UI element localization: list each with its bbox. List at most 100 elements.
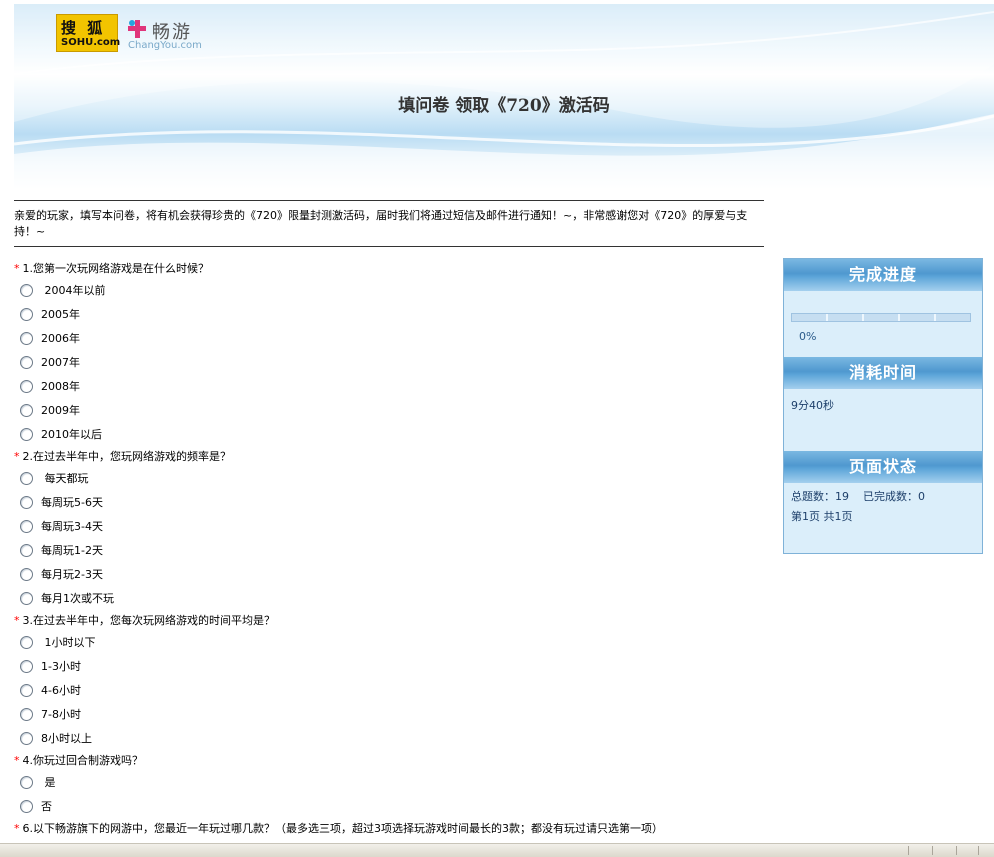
radio-option[interactable]: 每月玩2-3天 — [14, 562, 774, 586]
option-label: 每月玩2-3天 — [41, 568, 103, 581]
radio-button[interactable] — [20, 283, 33, 297]
required-mark: * — [14, 754, 20, 767]
question-text: 4.你玩过回合制游戏吗？ — [22, 754, 144, 767]
time-panel: 9分40秒 — [784, 389, 982, 451]
radio-button[interactable] — [20, 379, 33, 393]
radio-button[interactable] — [20, 591, 33, 605]
required-mark: * — [14, 822, 20, 835]
option-label: 每周玩3-4天 — [41, 520, 103, 533]
radio-button[interactable] — [20, 799, 33, 813]
progress-percent: 0% — [799, 330, 817, 343]
option-label: 2006年 — [41, 332, 80, 345]
page-indicator: 第1页 共1页 — [791, 510, 853, 523]
question-list: * 1.您第一次玩网络游戏是在什么时候？ 2004年以前 2005年 2006年 … — [14, 258, 774, 838]
radio-option[interactable]: 7-8小时 — [14, 702, 774, 726]
option-label: 2008年 — [41, 380, 80, 393]
option-label: 8小时以上 — [41, 732, 92, 745]
question-4: * 4.你玩过回合制游戏吗？ 是 否 — [14, 752, 774, 818]
radio-option[interactable]: 2009年 — [14, 398, 774, 422]
option-label: 每周玩5-6天 — [41, 496, 103, 509]
required-mark: * — [14, 450, 20, 463]
radio-option[interactable]: 每天都玩 — [14, 466, 774, 490]
option-label: 7-8小时 — [41, 708, 81, 721]
radio-option[interactable]: 2006年 — [14, 326, 774, 350]
option-label: 否 — [41, 800, 52, 813]
option-label: 2010年以后 — [41, 428, 102, 441]
sohu-logo-domain: SOHU.com — [61, 37, 121, 48]
radio-button[interactable] — [20, 683, 33, 697]
question-title: * 4.你玩过回合制游戏吗？ — [14, 752, 774, 770]
option-label: 4-6小时 — [41, 684, 81, 697]
elapsed-time: 9分40秒 — [791, 399, 834, 412]
option-label: 2004年以前 — [41, 284, 106, 297]
radio-option[interactable]: 8小时以上 — [14, 726, 774, 750]
question-3: * 3.在过去半年中，您每次玩网络游戏的时间平均是？ 1小时以下 1-3小时 4-… — [14, 612, 774, 750]
radio-button[interactable] — [20, 331, 33, 345]
radio-button[interactable] — [20, 775, 33, 789]
option-label: 1小时以下 — [41, 636, 96, 649]
radio-option[interactable]: 2005年 — [14, 302, 774, 326]
radio-option[interactable]: 1小时以下 — [14, 630, 774, 654]
total-questions: 总题数：19 — [791, 490, 849, 503]
radio-option[interactable]: 2004年以前 — [14, 278, 774, 302]
changyou-logo-icon — [128, 20, 146, 38]
question-text: 1.您第一次玩网络游戏是在什么时候？ — [22, 262, 210, 275]
radio-button[interactable] — [20, 495, 33, 509]
option-label: 2005年 — [41, 308, 80, 321]
time-header: 消耗时间 — [784, 357, 982, 389]
radio-button[interactable] — [20, 543, 33, 557]
question-text: 3.在过去半年中，您每次玩网络游戏的时间平均是？ — [22, 614, 276, 627]
radio-button[interactable] — [20, 567, 33, 581]
sohu-logo-text: 搜 狐 — [61, 19, 106, 37]
required-mark: * — [14, 262, 20, 275]
question-1: * 1.您第一次玩网络游戏是在什么时候？ 2004年以前 2005年 2006年 … — [14, 260, 774, 446]
radio-option[interactable]: 每周玩5-6天 — [14, 490, 774, 514]
radio-option[interactable]: 1-3小时 — [14, 654, 774, 678]
page-title: 填问卷 领取《720》激活码 — [398, 96, 610, 116]
option-label: 2009年 — [41, 404, 80, 417]
radio-button[interactable] — [20, 635, 33, 649]
radio-button[interactable] — [20, 307, 33, 321]
status-sidebar: 完成进度 0% 消耗时间 9分40秒 页面状态 总题数：19 已完成数：0 第1… — [783, 258, 983, 554]
question-text: 6.以下畅游旗下的网游中，您最近一年玩过哪几款？（最多选三项，超过3项选择玩游戏… — [22, 822, 664, 835]
radio-button[interactable] — [20, 659, 33, 673]
option-label: 2007年 — [41, 356, 80, 369]
required-mark: * — [14, 614, 20, 627]
radio-option[interactable]: 2008年 — [14, 374, 774, 398]
option-label: 每天都玩 — [41, 472, 89, 485]
sohu-logo[interactable]: 搜 狐 SOHU.com — [56, 14, 121, 52]
radio-option[interactable]: 每月1次或不玩 — [14, 586, 774, 610]
completed-questions: 已完成数：0 — [863, 490, 925, 503]
radio-button[interactable] — [20, 519, 33, 533]
radio-option[interactable]: 每周玩1-2天 — [14, 538, 774, 562]
radio-option[interactable]: 2010年以后 — [14, 422, 774, 446]
radio-button[interactable] — [20, 471, 33, 485]
page-status-panel: 总题数：19 已完成数：0 第1页 共1页 — [784, 483, 982, 531]
question-6: * 6.以下畅游旗下的网游中，您最近一年玩过哪几款？（最多选三项，超过3项选择玩游… — [14, 820, 774, 838]
question-title: * 2.在过去半年中，您玩网络游戏的频率是？ — [14, 448, 774, 466]
question-title: * 1.您第一次玩网络游戏是在什么时候？ — [14, 260, 774, 278]
radio-option[interactable]: 是 — [14, 770, 774, 794]
radio-button[interactable] — [20, 427, 33, 441]
option-label: 每周玩1-2天 — [41, 544, 103, 557]
question-title: * 3.在过去半年中，您每次玩网络游戏的时间平均是？ — [14, 612, 774, 630]
radio-option[interactable]: 否 — [14, 794, 774, 818]
status-bar — [0, 843, 994, 857]
radio-option[interactable]: 4-6小时 — [14, 678, 774, 702]
question-title: * 6.以下畅游旗下的网游中，您最近一年玩过哪几款？（最多选三项，超过3项选择玩游… — [14, 820, 774, 838]
radio-button[interactable] — [20, 731, 33, 745]
survey-intro: 亲爱的玩家，填写本问卷，将有机会获得珍贵的《720》限量封测激活码，届时我们将通… — [14, 200, 764, 247]
radio-button[interactable] — [20, 355, 33, 369]
question-counts: 总题数：19 已完成数：0 — [791, 487, 975, 507]
option-label: 每月1次或不玩 — [41, 592, 114, 605]
option-label: 是 — [41, 776, 56, 789]
progress-panel: 0% — [784, 291, 982, 357]
radio-option[interactable]: 2007年 — [14, 350, 774, 374]
radio-button[interactable] — [20, 403, 33, 417]
progress-header: 完成进度 — [784, 259, 982, 291]
radio-option[interactable]: 每周玩3-4天 — [14, 514, 774, 538]
page-status-header: 页面状态 — [784, 451, 982, 483]
radio-button[interactable] — [20, 707, 33, 721]
question-text: 2.在过去半年中，您玩网络游戏的频率是？ — [22, 450, 232, 463]
changyou-logo-domain: ChangYou.com — [128, 40, 202, 51]
